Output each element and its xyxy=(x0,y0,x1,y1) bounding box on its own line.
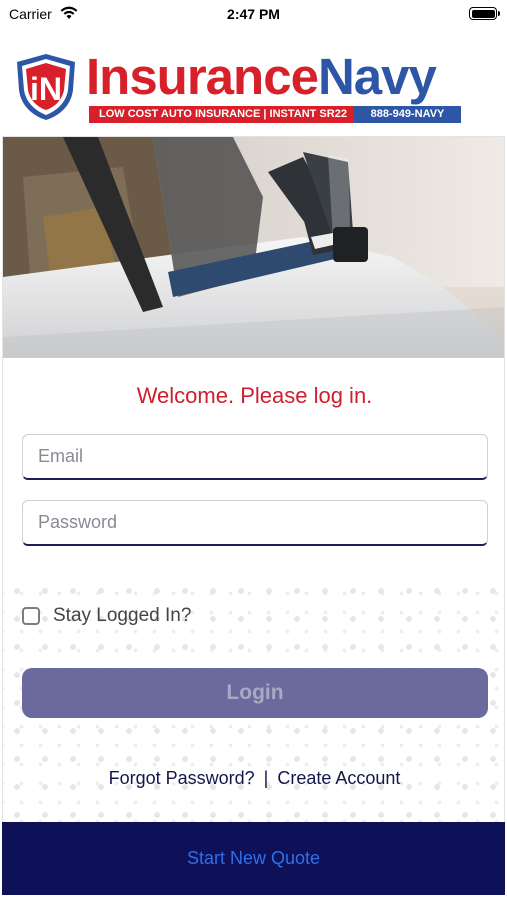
brand-name: InsuranceNavy xyxy=(86,47,437,107)
status-bar: Carrier 2:47 PM xyxy=(0,0,507,30)
status-time: 2:47 PM xyxy=(227,6,280,22)
brand-header: iN InsuranceNavy LOW COST AUTO INSURANCE… xyxy=(0,40,507,128)
start-new-quote-button[interactable]: Start New Quote xyxy=(187,848,320,868)
battery-icon xyxy=(469,7,500,20)
tagline-phone: 888-949-NAVY xyxy=(354,106,461,123)
tagline-left: LOW COST AUTO INSURANCE | INSTANT SR22 xyxy=(89,106,354,123)
stay-logged-in-label: Stay Logged In? xyxy=(53,605,192,626)
email-field[interactable] xyxy=(22,434,488,480)
hero-image xyxy=(3,137,504,358)
welcome-heading: Welcome. Please log in. xyxy=(136,383,373,408)
forgot-password-link[interactable]: Forgot Password? xyxy=(109,768,255,788)
logo-initials: iN xyxy=(30,71,62,107)
password-field[interactable] xyxy=(22,500,488,546)
brand-shield-logo: iN xyxy=(17,54,75,120)
start-quote-bar[interactable]: Start New Quote xyxy=(2,822,505,895)
brand-name-insurance: Insurance xyxy=(86,48,319,105)
brand-name-navy: Navy xyxy=(317,48,437,105)
stay-logged-in-row[interactable]: Stay Logged In? xyxy=(22,605,191,627)
account-links: Forgot Password? | Create Account xyxy=(3,768,504,789)
login-card: Welcome. Please log in. Stay Logged In? … xyxy=(2,136,505,822)
stay-logged-in-checkbox[interactable] xyxy=(22,607,40,625)
create-account-link[interactable]: Create Account xyxy=(277,768,400,788)
links-separator: | xyxy=(263,768,269,788)
brand-tagline: LOW COST AUTO INSURANCE | INSTANT SR22 8… xyxy=(89,106,461,123)
login-button[interactable]: Login xyxy=(22,668,488,718)
